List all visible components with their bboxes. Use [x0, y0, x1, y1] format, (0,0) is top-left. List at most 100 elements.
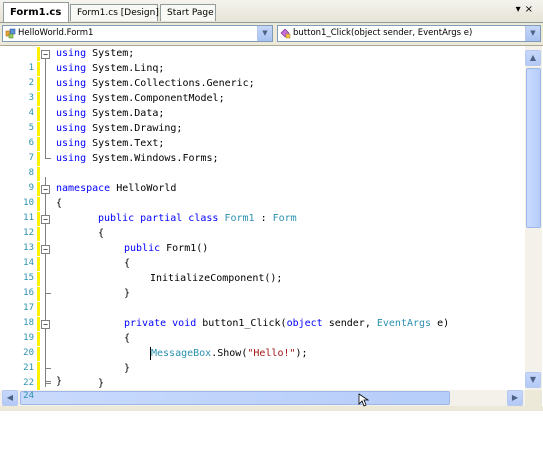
code-line: 18: [0, 301, 525, 328]
changed-line-marker: [37, 77, 40, 91]
changed-line-marker: [37, 182, 40, 196]
brace: }: [56, 376, 63, 387]
keyword: using: [56, 93, 87, 104]
string-literal: "Hello!": [247, 348, 296, 359]
keyword: using: [56, 48, 87, 59]
tab-dropdown-icon[interactable]: ▾: [516, 4, 525, 15]
using-namespace: System;: [92, 48, 135, 59]
changed-line-marker: [37, 152, 40, 166]
param-e: e): [431, 318, 450, 329]
code-line: 6 using System.Drawing;: [0, 121, 525, 148]
using-namespace: System.Data;: [92, 108, 165, 119]
init-call: InitializeComponent();: [150, 273, 283, 284]
collapse-icon[interactable]: −: [41, 245, 50, 254]
scrollbar-thumb[interactable]: [526, 68, 541, 228]
changed-line-marker: [37, 212, 40, 226]
changed-line-marker: [37, 302, 40, 316]
changed-line-marker: [37, 197, 40, 211]
type-combobox-value: HelloWorld.Form1: [18, 28, 94, 38]
code-line: 13 {: [0, 226, 525, 253]
chevron-down-icon[interactable]: ▼: [257, 26, 272, 41]
close-icon[interactable]: ×: [525, 4, 537, 15]
brace: {: [124, 333, 131, 344]
changed-line-marker: [37, 317, 40, 331]
brace: {: [56, 198, 63, 209]
collapse-icon[interactable]: −: [41, 50, 50, 59]
member-combobox-value: button1_Click(object sender, EventArgs e…: [293, 28, 473, 38]
window-bottom-edge: [0, 406, 543, 411]
code-line: 7 using System.Text;: [0, 136, 525, 163]
collapse-icon[interactable]: −: [41, 185, 50, 194]
chevron-down-icon[interactable]: ▼: [525, 26, 540, 41]
scroll-right-icon[interactable]: ▶: [507, 390, 523, 406]
code-line: 19 − private void button1_Click(object s…: [0, 316, 525, 343]
keyword: using: [56, 78, 87, 89]
code-line: 21 MessageBox.Show("Hello!");: [0, 346, 525, 373]
keyword: using: [56, 63, 87, 74]
keyword: public partial class: [98, 213, 219, 224]
keyword: namespace: [56, 183, 111, 194]
document-tab-strip: Form1.cs Form1.cs [Design] Start Page ▾×: [0, 0, 543, 23]
code-line: 14 − public Form1(): [0, 241, 525, 268]
changed-line-marker: [37, 122, 40, 136]
code-line: 3 using System.Collections.Generic;: [0, 76, 525, 103]
scrollbar-thumb[interactable]: [20, 391, 450, 405]
code-line: 5 using System.Data;: [0, 106, 525, 133]
code-line: 20 {: [0, 331, 525, 358]
code-editor[interactable]: 1 − using System; 2 using System.Linq; 3…: [0, 46, 525, 390]
method-icon: [280, 28, 291, 39]
keyword: public: [124, 243, 161, 254]
changed-line-marker: [37, 62, 40, 76]
changed-line-marker: [37, 137, 40, 151]
keyword: using: [56, 108, 87, 119]
horizontal-scrollbar[interactable]: ◀ ▶: [0, 390, 525, 406]
collapse-icon[interactable]: −: [41, 215, 50, 224]
using-namespace: System.Drawing;: [92, 123, 183, 134]
scrollbar-corner: [525, 390, 542, 406]
base-class: Form: [272, 213, 297, 224]
brace: {: [98, 228, 105, 239]
changed-line-marker: [37, 227, 40, 241]
changed-line-marker: [37, 332, 40, 346]
keyword: using: [56, 123, 87, 134]
vertical-scrollbar[interactable]: ▲ ▼: [525, 46, 542, 390]
changed-line-marker: [37, 375, 40, 389]
tab-form1-design[interactable]: Form1.cs [Design]: [70, 4, 159, 21]
using-namespace: System.Linq;: [92, 63, 165, 74]
line-number: 24: [23, 391, 34, 401]
type-combobox[interactable]: HelloWorld.Form1 ▼: [2, 25, 273, 42]
collapse-icon[interactable]: −: [41, 320, 50, 329]
tab-label: Form1.cs [Design]: [77, 8, 159, 18]
outline-end: [45, 381, 51, 382]
code-line: 24 }: [0, 374, 300, 401]
mouse-pointer-icon: [358, 393, 370, 407]
namespace-name: HelloWorld: [116, 183, 177, 194]
code-line: 1 − using System;: [0, 46, 525, 73]
tab-start-page[interactable]: Start Page: [160, 4, 216, 21]
changed-line-marker: [37, 167, 40, 181]
class-name: MessageBox: [151, 348, 212, 359]
changed-line-marker: [37, 107, 40, 121]
keyword: object: [286, 318, 323, 329]
class-icon: [5, 28, 16, 39]
changed-line-marker: [37, 92, 40, 106]
keyword: private void: [124, 318, 197, 329]
keyword: using: [56, 153, 87, 164]
tab-form1-cs[interactable]: Form1.cs: [3, 2, 69, 22]
code-line: 15 {: [0, 256, 525, 283]
method-name: button1_Click(: [196, 318, 287, 329]
changed-line-marker: [37, 272, 40, 286]
tab-controls: ▾×: [516, 4, 537, 15]
code-line: 12 − public partial class Form1 : Form: [0, 211, 525, 238]
param-sender: sender,: [322, 318, 377, 329]
member-combobox[interactable]: button1_Click(object sender, EventArgs e…: [277, 25, 541, 42]
using-namespace: System.Text;: [92, 138, 165, 149]
code-line: 8 using System.Windows.Forms;: [0, 151, 525, 178]
code-line: 2 using System.Linq;: [0, 61, 525, 88]
scroll-down-icon[interactable]: ▼: [525, 372, 541, 388]
code-line: 17 }: [0, 286, 525, 313]
outline-end: [45, 368, 51, 369]
navigation-bar: HelloWorld.Form1 ▼ button1_Click(object …: [0, 23, 543, 46]
scroll-up-icon[interactable]: ▲: [525, 50, 541, 66]
changed-line-marker: [37, 347, 40, 361]
